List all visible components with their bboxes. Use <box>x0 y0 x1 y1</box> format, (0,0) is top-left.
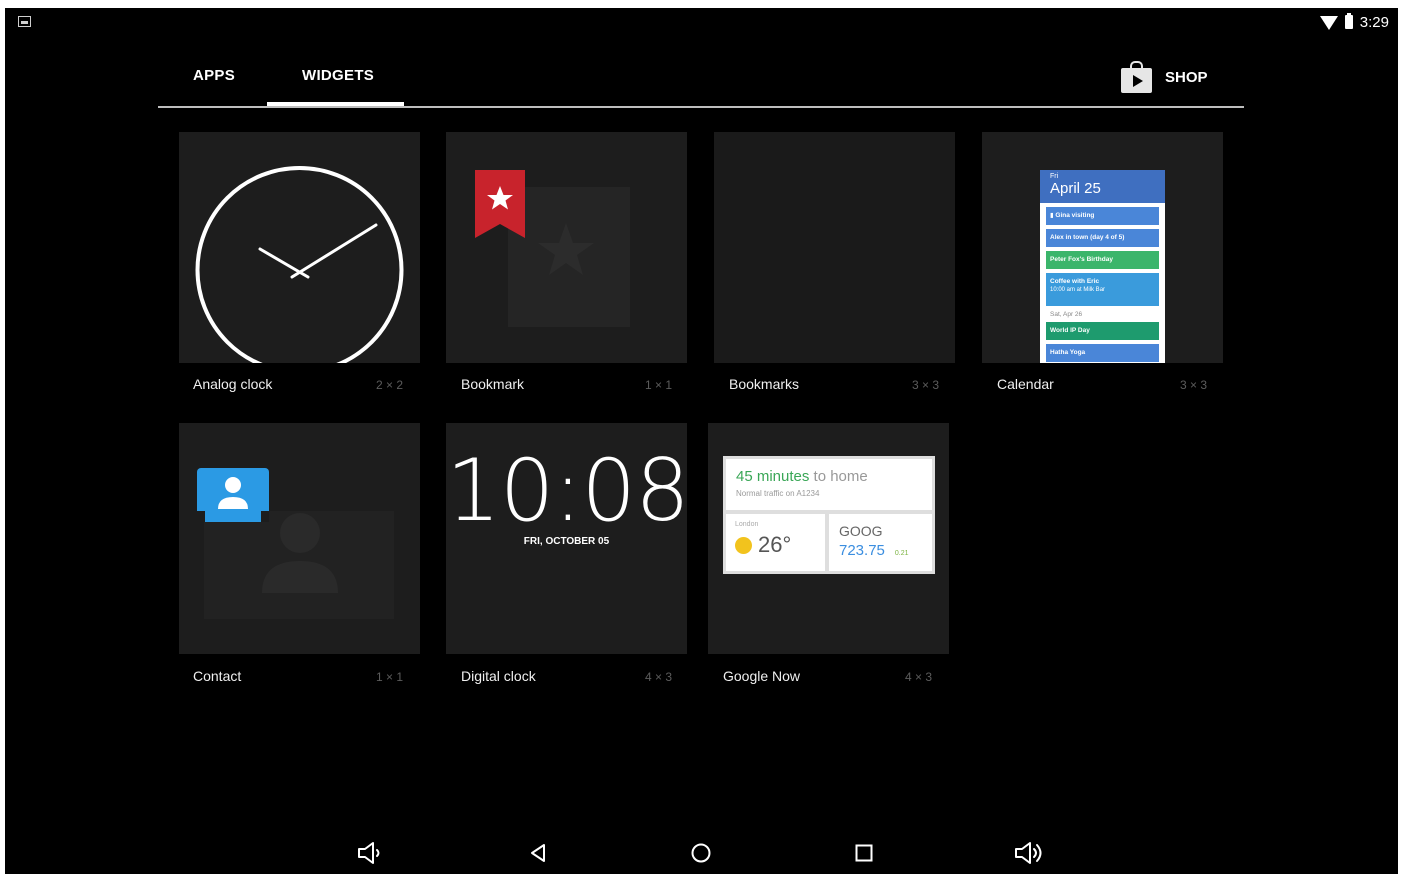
digital-clock-date: FRI, OCTOBER 05 <box>523 536 610 547</box>
widget-size: 3 × 3 <box>912 378 940 392</box>
widget-size: 4 × 3 <box>905 670 933 684</box>
widget-label: Bookmarks <box>729 376 800 392</box>
calendar-event: Coffee with Eric 10:00 am at Milk Bar <box>1046 273 1159 306</box>
stock-card: GOOG 723.75 0.21 <box>829 514 932 571</box>
widget-preview-bookmarks[interactable] <box>714 132 955 363</box>
launcher-screen: 3:29 APPS WIDGETS SHOP Analog clock 2 × … <box>5 8 1398 874</box>
tab-apps[interactable]: APPS <box>193 67 235 84</box>
home-icon[interactable] <box>684 838 718 868</box>
wifi-icon <box>1319 16 1338 30</box>
volume-up-icon[interactable] <box>1010 838 1050 868</box>
widget-preview-calendar[interactable]: Fri April 25 ▮ Gina visiting Alex in tow… <box>982 132 1223 363</box>
stock-change: 0.21 <box>894 550 909 557</box>
weather-city: London <box>735 521 759 528</box>
status-time: 3:29 <box>1359 13 1389 31</box>
widget-size: 3 × 3 <box>1180 378 1208 392</box>
screenshot-icon <box>18 16 31 27</box>
tab-widgets[interactable]: WIDGETS <box>302 67 374 84</box>
weather-temp: 26° <box>758 532 792 557</box>
stock-ticker: GOOG <box>839 523 883 539</box>
sun-icon <box>735 536 752 554</box>
widget-label: Bookmark <box>461 376 525 392</box>
back-icon[interactable] <box>521 838 555 868</box>
tab-divider <box>158 106 1244 108</box>
status-bar: 3:29 <box>1319 12 1389 32</box>
widget-size: 1 × 1 <box>376 670 404 684</box>
calendar-date: April 25 <box>1050 180 1101 197</box>
widget-size: 2 × 2 <box>376 378 404 392</box>
calendar-event: Peter Fox's Birthday <box>1046 251 1159 269</box>
recents-icon[interactable] <box>847 838 881 868</box>
widget-label: Google Now <box>723 668 801 684</box>
calendar-next-date: Sat, Apr 26 <box>1050 311 1083 318</box>
widget-preview-digital-clock[interactable]: 10:08 FRI, OCTOBER 05 <box>446 423 687 654</box>
widget-preview-analog-clock[interactable] <box>179 132 420 363</box>
widget-label: Digital clock <box>461 668 536 684</box>
google-now-card: 45 minutes to home Normal traffic on A12… <box>723 456 935 574</box>
digital-clock-time: 10:08 <box>446 441 687 541</box>
play-store-bag-icon <box>1121 61 1152 93</box>
widget-preview-contact[interactable] <box>179 423 420 654</box>
traffic-status: Normal traffic on A1234 <box>736 489 820 498</box>
widget-label: Calendar <box>997 376 1054 392</box>
widget-preview-bookmark[interactable] <box>446 132 687 363</box>
calendar-event: Hatha Yoga <box>1046 344 1159 362</box>
widget-preview-google-now[interactable]: 45 minutes to home Normal traffic on A12… <box>708 423 949 654</box>
calendar-event: ▮ Gina visiting <box>1046 207 1159 225</box>
widget-size: 1 × 1 <box>645 378 673 392</box>
widget-size: 4 × 3 <box>645 670 673 684</box>
shop-label: SHOP <box>1165 69 1208 86</box>
widget-label: Analog clock <box>193 376 273 392</box>
battery-icon <box>1344 13 1353 29</box>
commute-destination: to home <box>809 468 868 485</box>
weather-card: London 26° <box>726 514 825 571</box>
stock-price: 723.75 <box>839 542 885 559</box>
analog-clock-icon <box>195 166 404 363</box>
calendar-event: Alex in town (day 4 of 5) <box>1046 229 1159 247</box>
contact-icon <box>197 468 269 522</box>
widget-label: Contact <box>193 668 242 684</box>
commute-minutes: 45 minutes <box>736 468 810 485</box>
volume-down-icon[interactable] <box>353 838 389 868</box>
calendar-preview: Fri April 25 ▮ Gina visiting Alex in tow… <box>1040 170 1165 363</box>
shop-button[interactable]: SHOP <box>1121 61 1208 93</box>
calendar-event: World IP Day <box>1046 322 1159 340</box>
calendar-day: Fri <box>1050 173 1059 180</box>
